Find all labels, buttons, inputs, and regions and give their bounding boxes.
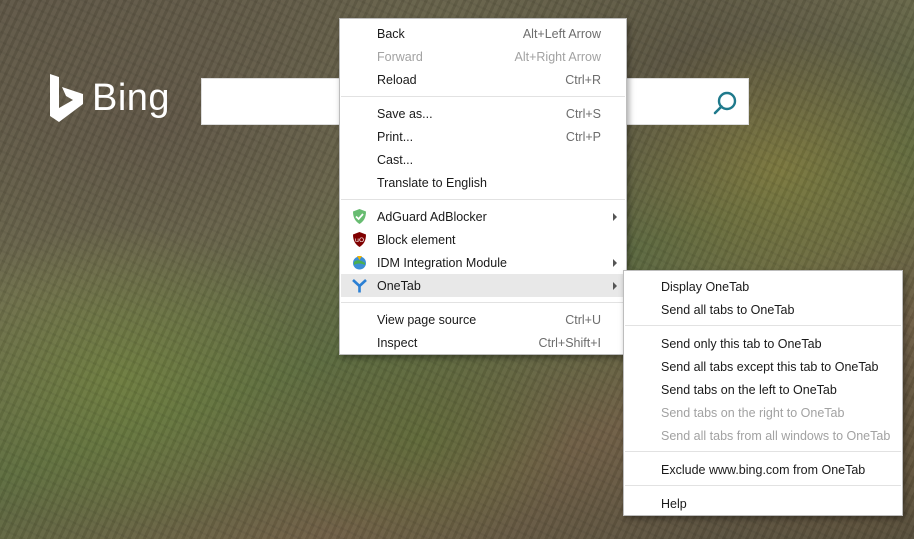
ublock-icon: uO: [353, 232, 366, 247]
menu-item-reload[interactable]: Reload Ctrl+R: [341, 68, 625, 91]
menu-item-print[interactable]: Print... Ctrl+P: [341, 125, 625, 148]
submenu-item-send-tabs-left[interactable]: Send tabs on the left to OneTab: [625, 378, 901, 401]
onetab-icon: [352, 279, 367, 293]
submenu-item-send-only-this-tab[interactable]: Send only this tab to OneTab: [625, 332, 901, 355]
idm-icon: [353, 256, 366, 270]
menu-separator: [625, 325, 901, 326]
submenu-arrow-icon: [613, 259, 617, 267]
search-icon: [713, 91, 737, 115]
menu-item-back[interactable]: Back Alt+Left Arrow: [341, 22, 625, 45]
menu-item-save-as[interactable]: Save as... Ctrl+S: [341, 102, 625, 125]
menu-separator: [341, 199, 625, 200]
submenu-item-send-all-except-this[interactable]: Send all tabs except this tab to OneTab: [625, 355, 901, 378]
menu-item-block-element[interactable]: uO Block element: [341, 228, 625, 251]
submenu-arrow-icon: [613, 282, 617, 290]
menu-item-translate[interactable]: Translate to English: [341, 171, 625, 194]
menu-separator: [341, 96, 625, 97]
submenu-item-send-tabs-right[interactable]: Send tabs on the right to OneTab: [625, 401, 901, 424]
onetab-submenu: Display OneTab Send all tabs to OneTab S…: [623, 270, 903, 516]
menu-item-idm[interactable]: IDM Integration Module: [341, 251, 625, 274]
svg-text:uO: uO: [355, 236, 364, 244]
search-button[interactable]: [710, 88, 740, 118]
menu-separator: [341, 302, 625, 303]
submenu-item-help[interactable]: Help: [625, 492, 901, 515]
menu-separator: [625, 451, 901, 452]
menu-item-forward[interactable]: Forward Alt+Right Arrow: [341, 45, 625, 68]
bing-logo-icon: [50, 74, 83, 122]
submenu-item-display-onetab[interactable]: Display OneTab: [625, 275, 901, 298]
menu-item-adguard[interactable]: AdGuard AdBlocker: [341, 205, 625, 228]
menu-item-inspect[interactable]: Inspect Ctrl+Shift+I: [341, 331, 625, 354]
submenu-item-exclude-site[interactable]: Exclude www.bing.com from OneTab: [625, 458, 901, 481]
menu-separator: [625, 485, 901, 486]
bing-logo[interactable]: Bing: [48, 72, 170, 124]
menu-item-onetab[interactable]: OneTab: [341, 274, 625, 297]
menu-item-cast[interactable]: Cast...: [341, 148, 625, 171]
submenu-arrow-icon: [613, 213, 617, 221]
submenu-item-send-all-tabs[interactable]: Send all tabs to OneTab: [625, 298, 901, 321]
submenu-item-send-all-windows[interactable]: Send all tabs from all windows to OneTab: [625, 424, 901, 447]
bing-brand-text: Bing: [92, 76, 171, 119]
adguard-icon: [353, 209, 366, 224]
menu-item-view-source[interactable]: View page source Ctrl+U: [341, 308, 625, 331]
context-menu: Back Alt+Left Arrow Forward Alt+Right Ar…: [339, 18, 627, 355]
